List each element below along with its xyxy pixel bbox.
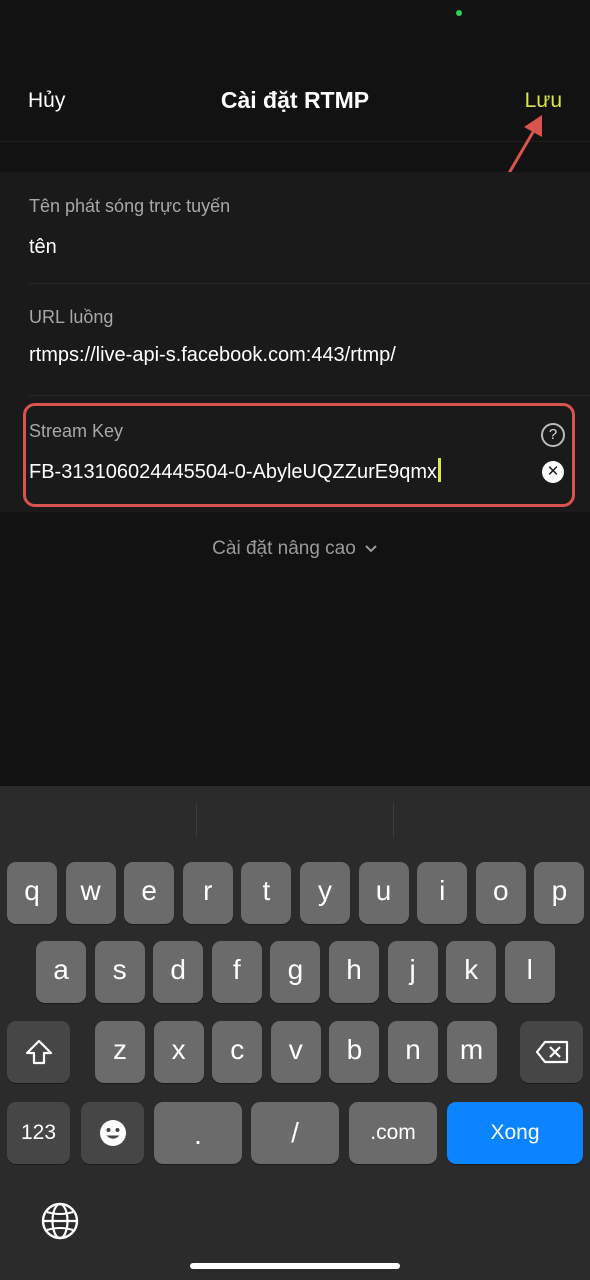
key-f[interactable]: f: [211, 941, 262, 1003]
shift-icon: [25, 1039, 52, 1065]
stream-key-field[interactable]: FB-313106024445504-0-AbyleUQZZurE9qmx: [29, 458, 441, 484]
key-n[interactable]: n: [388, 1021, 438, 1083]
key-h[interactable]: h: [329, 941, 379, 1003]
key-k[interactable]: k: [446, 941, 497, 1003]
period-key[interactable]: .: [154, 1102, 242, 1164]
advanced-settings-toggle[interactable]: Cài đặt nâng cao: [0, 538, 590, 560]
status-indicator: [456, 10, 462, 16]
field-divider: [29, 283, 590, 284]
stream-name-field[interactable]: tên: [29, 236, 57, 259]
backspace-key[interactable]: [520, 1021, 583, 1083]
key-g[interactable]: g: [270, 941, 321, 1003]
key-r[interactable]: r: [182, 862, 233, 924]
stream-key-text: FB-313106024445504-0-AbyleUQZZurE9qmx: [29, 461, 437, 483]
key-l[interactable]: l: [504, 941, 555, 1003]
key-e[interactable]: e: [124, 862, 175, 924]
key-m[interactable]: m: [446, 1021, 497, 1083]
advanced-settings-label: Cài đặt nâng cao: [212, 538, 356, 559]
slash-key[interactable]: /: [251, 1102, 339, 1164]
key-w[interactable]: w: [65, 862, 116, 924]
stream-name-label: Tên phát sóng trực tuyến: [29, 196, 231, 216]
chevron-down-icon: [364, 538, 378, 560]
stream-url-field[interactable]: rtmps://live-api-s.facebook.com:443/rtmp…: [29, 344, 396, 367]
shift-key[interactable]: [7, 1021, 70, 1083]
key-v[interactable]: v: [270, 1021, 321, 1083]
key-c[interactable]: c: [212, 1021, 263, 1083]
key-z[interactable]: z: [95, 1021, 145, 1083]
suggestion-divider: [196, 803, 197, 837]
key-i[interactable]: i: [417, 862, 468, 924]
emoji-key[interactable]: [81, 1102, 144, 1164]
field-divider: [29, 395, 590, 396]
key-b[interactable]: b: [329, 1021, 380, 1083]
stream-key-highlight: [23, 403, 575, 507]
key-d[interactable]: d: [153, 941, 204, 1003]
clear-icon[interactable]: ✕: [542, 461, 564, 483]
key-a[interactable]: a: [36, 941, 86, 1003]
key-o[interactable]: o: [475, 862, 526, 924]
key-x[interactable]: x: [153, 1021, 204, 1083]
key-y[interactable]: y: [300, 862, 350, 924]
text-caret: [438, 458, 441, 482]
stream-key-label: Stream Key: [29, 421, 124, 441]
help-icon[interactable]: ?: [541, 423, 565, 447]
numbers-key[interactable]: 123: [7, 1102, 70, 1164]
globe-icon[interactable]: [40, 1201, 80, 1246]
key-p[interactable]: p: [534, 862, 585, 924]
stream-url-label: URL luồng: [29, 307, 114, 327]
dotcom-key[interactable]: .com: [349, 1102, 437, 1164]
key-j[interactable]: j: [387, 941, 438, 1003]
key-t[interactable]: t: [241, 862, 292, 924]
home-indicator: [190, 1263, 400, 1269]
emoji-icon: [99, 1120, 126, 1146]
suggestion-divider: [393, 803, 394, 837]
done-key[interactable]: Xong: [447, 1102, 583, 1164]
key-u[interactable]: u: [358, 862, 409, 924]
backspace-icon: [535, 1040, 568, 1064]
key-q[interactable]: q: [7, 862, 57, 924]
key-s[interactable]: s: [94, 941, 145, 1003]
